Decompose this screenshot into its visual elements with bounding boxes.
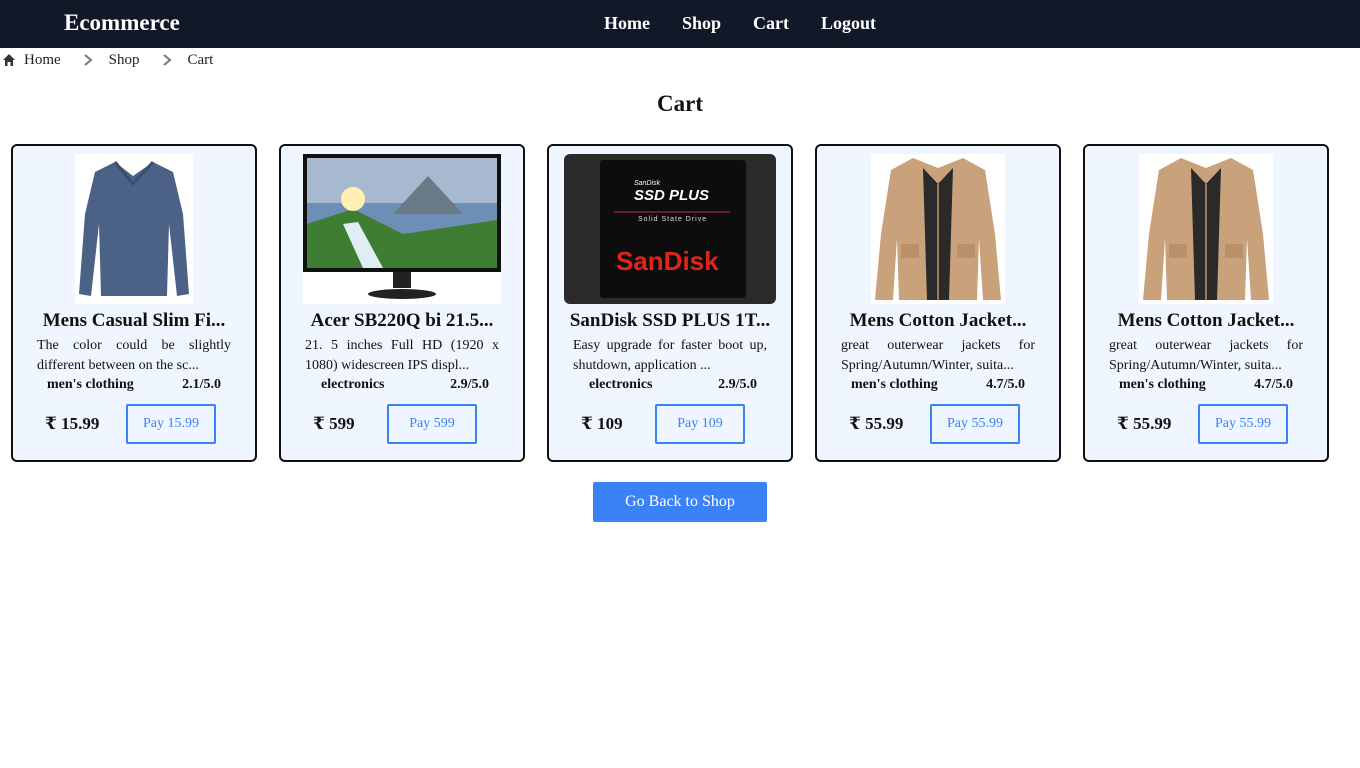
breadcrumb: Home Shop Cart bbox=[0, 48, 1360, 72]
pay-row: ₹ 55.99 Pay 55.99 bbox=[817, 404, 1059, 444]
ssd-subtitle: Solid State Drive bbox=[638, 216, 708, 223]
product-image bbox=[1085, 154, 1327, 304]
breadcrumb-home[interactable]: Home bbox=[2, 52, 61, 69]
pay-row: ₹ 55.99 Pay 55.99 bbox=[1085, 404, 1327, 444]
product-category: electronics bbox=[589, 377, 653, 392]
product-price: ₹ 109 bbox=[581, 414, 623, 433]
product-card: Mens Cotton Jacket... great outerwear ja… bbox=[1083, 144, 1329, 462]
product-image bbox=[281, 154, 523, 304]
product-price: ₹ 599 bbox=[313, 414, 355, 433]
product-rating: 2.1/5.0 bbox=[182, 377, 221, 392]
product-meta: men's clothing 2.1/5.0 bbox=[13, 377, 255, 393]
shirt-image bbox=[75, 154, 193, 304]
home-icon bbox=[3, 54, 15, 66]
top-navbar: Ecommerce Home Shop Cart Logout bbox=[0, 0, 1360, 48]
product-rating: 2.9/5.0 bbox=[450, 377, 489, 392]
pay-button[interactable]: Pay 55.99 bbox=[1198, 404, 1288, 444]
pay-button[interactable]: Pay 55.99 bbox=[930, 404, 1020, 444]
product-rating: 2.9/5.0 bbox=[718, 377, 757, 392]
ssd-model: SSD PLUS bbox=[634, 187, 710, 204]
product-meta: electronics 2.9/5.0 bbox=[281, 377, 523, 393]
ssd-logo: SanDisk bbox=[616, 246, 719, 276]
cart-items: Mens Casual Slim Fi... The color could b… bbox=[11, 144, 1329, 462]
product-title[interactable]: Mens Cotton Jacket... bbox=[817, 310, 1059, 332]
product-description: great outerwear jackets for Spring/Autum… bbox=[1109, 338, 1303, 373]
nav-links: Home Shop Cart Logout bbox=[604, 13, 908, 34]
product-price: ₹ 55.99 bbox=[849, 414, 904, 433]
product-title[interactable]: Mens Cotton Jacket... bbox=[1085, 310, 1327, 332]
product-category: men's clothing bbox=[851, 377, 938, 392]
product-title[interactable]: Mens Casual Slim Fi... bbox=[13, 310, 255, 332]
product-image: SanDisk SSD PLUS Solid State Drive SanDi… bbox=[549, 154, 791, 304]
pay-button[interactable]: Pay 15.99 bbox=[126, 404, 216, 444]
chevron-right-icon bbox=[162, 54, 172, 66]
pay-row: ₹ 15.99 Pay 15.99 bbox=[13, 404, 255, 444]
nav-cart-link[interactable]: Cart bbox=[753, 13, 789, 34]
product-category: men's clothing bbox=[1119, 377, 1206, 392]
nav-shop-link[interactable]: Shop bbox=[682, 13, 721, 34]
jacket-image bbox=[1139, 154, 1273, 304]
product-rating: 4.7/5.0 bbox=[986, 377, 1025, 392]
product-card: SanDisk SSD PLUS Solid State Drive SanDi… bbox=[547, 144, 793, 462]
product-title[interactable]: Acer SB220Q bi 21.5... bbox=[281, 310, 523, 332]
product-rating: 4.7/5.0 bbox=[1254, 377, 1293, 392]
pay-button[interactable]: Pay 599 bbox=[387, 404, 477, 444]
product-description: Easy upgrade for faster boot up, shutdow… bbox=[573, 338, 767, 373]
product-image bbox=[817, 154, 1059, 304]
page-title: Cart bbox=[657, 91, 703, 116]
product-category: electronics bbox=[321, 377, 385, 392]
nav-home-link[interactable]: Home bbox=[604, 13, 650, 34]
go-back-to-shop-button[interactable]: Go Back to Shop bbox=[593, 482, 767, 522]
nav-logout-link[interactable]: Logout bbox=[821, 13, 876, 34]
product-description: The color could be slightly different be… bbox=[37, 338, 231, 373]
pay-row: ₹ 109 Pay 109 bbox=[549, 404, 791, 444]
ssd-image: SanDisk SSD PLUS Solid State Drive SanDi… bbox=[564, 154, 776, 304]
product-description: great outerwear jackets for Spring/Autum… bbox=[841, 338, 1035, 373]
pay-button[interactable]: Pay 109 bbox=[655, 404, 745, 444]
breadcrumb-cart: Cart bbox=[187, 51, 214, 68]
product-price: ₹ 15.99 bbox=[45, 414, 100, 433]
product-image bbox=[13, 154, 255, 304]
product-card: Acer SB220Q bi 21.5... 21. 5 inches Full… bbox=[279, 144, 525, 462]
product-title[interactable]: SanDisk SSD PLUS 1T... bbox=[549, 310, 791, 332]
product-category: men's clothing bbox=[47, 377, 134, 392]
breadcrumb-shop[interactable]: Shop bbox=[109, 52, 140, 69]
jacket-image bbox=[871, 154, 1005, 304]
chevron-right-icon bbox=[84, 54, 93, 66]
product-price: ₹ 55.99 bbox=[1117, 414, 1172, 433]
product-card: Mens Casual Slim Fi... The color could b… bbox=[11, 144, 257, 462]
brand-logo[interactable]: Ecommerce bbox=[64, 10, 180, 36]
product-description: 21. 5 inches Full HD (1920 x 1080) wides… bbox=[305, 338, 499, 373]
monitor-image bbox=[303, 154, 501, 304]
pay-row: ₹ 599 Pay 599 bbox=[281, 404, 523, 444]
ssd-brand-small: SanDisk bbox=[634, 180, 661, 187]
breadcrumb-home-label: Home bbox=[24, 51, 61, 68]
product-card: Mens Cotton Jacket... great outerwear ja… bbox=[815, 144, 1061, 462]
product-meta: men's clothing 4.7/5.0 bbox=[817, 377, 1059, 393]
product-meta: electronics 2.9/5.0 bbox=[549, 377, 791, 393]
product-meta: men's clothing 4.7/5.0 bbox=[1085, 377, 1327, 393]
